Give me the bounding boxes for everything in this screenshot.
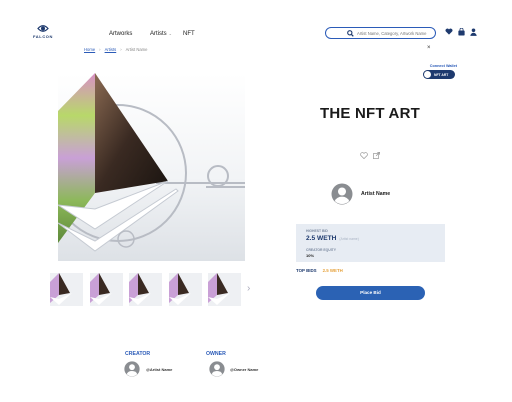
place-bid-button[interactable]: Place Bid [316,286,425,300]
nav-artworks[interactable]: Artworks [109,31,132,37]
heart-outline-icon[interactable] [360,152,368,159]
close-icon[interactable]: × [427,45,431,51]
nav-artists-label: Artists [150,31,167,37]
breadcrumb-separator: › [120,47,122,52]
logo-text: FALCON [32,34,54,39]
breadcrumb: Home › Artists › Artist Name [84,47,148,52]
chevron-down-icon: ⌄ [168,31,173,36]
shopping-bag-icon[interactable] [458,28,465,36]
avatar[interactable] [209,361,225,377]
thumbnail[interactable] [50,273,83,306]
artist-name[interactable]: Artist Name [361,191,390,197]
avatar[interactable] [124,361,140,377]
artwork-title: THE NFT ART [320,105,420,122]
breadcrumb-separator: › [99,47,101,52]
chevron-right-icon[interactable]: › [247,283,250,294]
creator-label: CREATOR [125,351,151,357]
search-input[interactable] [357,29,433,38]
highest-bid-label: HIGHEST BID [306,229,328,233]
bid-info-panel: HIGHEST BID 2.5 WETH (Artist name) CREATO… [296,224,445,262]
breadcrumb-current: Artist Name [125,47,148,52]
thumbnail[interactable] [169,273,202,306]
creator-equity-value: 10% [306,253,315,258]
search-bar[interactable] [325,27,436,39]
top-bids: TOP BIDS 2.5 WETH [296,268,343,273]
highest-bid-bidder: (Artist name) [339,237,359,241]
avatar[interactable] [331,183,353,205]
highest-bid-value: 2.5 WETH (Artist name) [306,235,359,242]
search-icon [347,30,354,37]
heart-icon[interactable] [445,28,453,35]
header: FALCON Artworks Artists ⌄ NFT [0,0,512,66]
creator-name[interactable]: @Artist Name [146,367,172,372]
logo[interactable]: FALCON [30,24,56,39]
breadcrumb-artists[interactable]: Artists [105,47,117,52]
user-icon[interactable] [470,28,477,36]
eye-logo-icon [37,25,49,32]
breadcrumb-home[interactable]: Home [84,47,95,52]
nav-nft[interactable]: NFT [183,31,195,37]
owner-label: OWNER [206,351,226,357]
top-bids-value: 2.5 WETH [322,268,343,273]
nav-artists[interactable]: Artists ⌄ [150,31,172,37]
connect-wallet-label: Connect Wallet [429,64,457,68]
thumbnail[interactable] [208,273,241,306]
connect-wallet: Connect Wallet NFT ART [423,64,457,79]
highest-bid-amount: 2.5 WETH [306,235,337,242]
toggle-label: NFT ART [434,72,449,77]
main-artwork-image[interactable] [58,73,245,261]
toggle-knob [424,71,431,78]
creator-equity-label: CREATOR EQUITY [306,248,337,252]
wallet-toggle[interactable]: NFT ART [423,70,455,79]
owner-name[interactable]: @Owner Name [230,367,258,372]
thumbnail[interactable] [90,273,123,306]
top-bids-label: TOP BIDS [296,268,317,273]
thumbnail[interactable] [129,273,162,306]
share-icon[interactable] [373,152,380,159]
